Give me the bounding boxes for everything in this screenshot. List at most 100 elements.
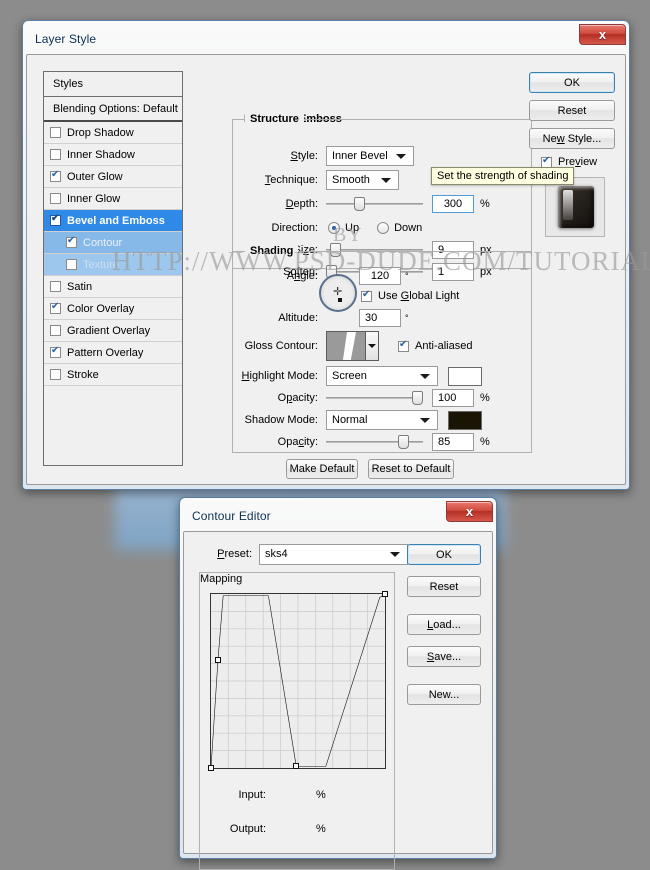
shadow-opacity-input[interactable]: 85 [432,433,474,451]
angle-dial[interactable]: ✛ [319,274,357,312]
contour-point-handle[interactable] [208,765,214,771]
make-default-button[interactable]: Make Default [286,459,358,479]
mapping-title: Mapping [200,573,243,585]
new-button[interactable]: New... [407,684,481,705]
checkbox-off-icon[interactable] [50,193,61,204]
sidebar-item-outer-glow[interactable]: Outer Glow [44,166,182,188]
gloss-contour-picker[interactable] [326,331,379,361]
output-label: Output: [229,823,266,835]
highlight-opacity-input[interactable]: 100 [432,389,474,407]
radio-on-icon [328,222,340,234]
direction-down-radio[interactable]: Down [377,222,422,234]
input-label: Input: [238,789,266,801]
highlight-mode-label: Highlight Mode: [241,370,318,382]
checkbox-off-icon[interactable] [50,369,61,380]
sidebar-item-color-overlay[interactable]: Color Overlay [44,298,182,320]
reset-to-default-button[interactable]: Reset to Default [368,459,454,479]
contour-point-handle[interactable] [293,763,300,770]
checkbox-off-icon[interactable] [50,325,61,336]
sidebar-item-pattern-overlay[interactable]: Pattern Overlay [44,342,182,364]
depth-input[interactable]: 300 [432,195,474,213]
checkbox-on-icon[interactable] [50,169,61,182]
technique-combo[interactable]: Smooth [326,170,399,190]
style-value: Inner Bevel [332,150,388,162]
contour-point-handle[interactable] [382,591,388,597]
contour-editor-title: Contour Editor [192,509,271,523]
shadow-opacity-slider[interactable] [326,434,423,450]
gloss-contour-thumbnail[interactable] [326,331,366,361]
technique-label: Technique: [264,174,318,186]
shadow-mode-label: Shadow Mode: [244,414,318,426]
shading-group: Shading Angle: 120 ° ✛ Use Global Light … [232,245,532,453]
sidebar-item-bevel-and-emboss[interactable]: Bevel and Emboss [44,210,182,232]
sidebar-item-label: Inner Glow [67,192,121,205]
checkbox-off-icon[interactable] [50,149,61,160]
layer-style-titlebar[interactable]: Layer Style x [26,24,626,54]
highlight-opacity-slider[interactable] [326,390,423,406]
use-global-light-checkbox[interactable]: Use Global Light [361,286,459,306]
styles-list-header[interactable]: Styles [44,72,182,97]
sidebar-item-satin[interactable]: Satin [44,276,182,298]
depth-slider-thumb[interactable] [354,197,365,211]
styles-list[interactable]: Styles Blending Options: Default Drop Sh… [43,71,183,466]
close-icon[interactable]: x [579,24,626,45]
checkbox-off-icon[interactable] [50,127,61,138]
checkbox-off-icon[interactable] [50,281,61,292]
reset-button[interactable]: Reset [407,576,481,597]
highlight-color-swatch[interactable] [448,366,482,386]
highlight-opacity-thumb[interactable] [412,391,423,405]
depth-slider[interactable] [326,196,423,212]
load-button[interactable]: Load... [407,614,481,635]
use-global-light-label: Use Global Light [378,290,460,302]
checkbox-on-icon[interactable] [50,345,61,358]
anti-aliased-checkbox[interactable]: Anti-aliased [398,339,472,352]
angle-input[interactable]: 120 [359,267,401,285]
altitude-input[interactable]: 30 [359,309,401,327]
direction-label: Direction: [271,222,318,234]
style-label: Style: [290,150,318,162]
checkbox-on-icon [398,339,409,352]
depth-unit: % [480,198,490,210]
ok-button[interactable]: OK [407,544,481,565]
close-icon[interactable]: x [446,501,493,522]
style-combo[interactable]: Inner Bevel [326,146,414,166]
checkbox-on-icon[interactable] [66,235,77,248]
reset-button[interactable]: Reset [529,100,615,121]
sidebar-item-inner-glow[interactable]: Inner Glow [44,188,182,210]
shadow-mode-combo[interactable]: Normal [326,410,438,430]
contour-graph[interactable] [208,591,388,771]
save-button[interactable]: Save... [407,646,481,667]
new-style-button[interactable]: New Style... [529,128,615,149]
sidebar-item-contour[interactable]: Contour [44,232,182,254]
checkbox-on-icon [361,289,372,302]
sidebar-item-drop-shadow[interactable]: Drop Shadow [44,122,182,144]
contour-editor-titlebar[interactable]: Contour Editor x [183,501,493,531]
contour-editor-dialog: Contour Editor x Preset: sks4 Mapping In… [179,497,497,870]
sidebar-item-stroke[interactable]: Stroke [44,364,182,386]
checkbox-on-icon[interactable] [50,213,61,226]
checkbox-off-icon[interactable] [66,259,77,270]
sidebar-item-blending-options[interactable]: Blending Options: Default [44,97,182,122]
sidebar-item-inner-shadow[interactable]: Inner Shadow [44,144,182,166]
sidebar-item-gradient-overlay[interactable]: Gradient Overlay [44,320,182,342]
sidebar-item-label: Pattern Overlay [67,346,144,359]
highlight-mode-value: Screen [332,370,367,382]
sidebar-item-label: Gradient Overlay [67,324,151,337]
sidebar-item-label: Inner Shadow [67,148,135,161]
checkbox-on-icon[interactable] [50,301,61,314]
shadow-opacity-thumb[interactable] [398,435,409,449]
gloss-contour-dropdown[interactable] [366,331,379,361]
radio-off-icon [377,222,390,234]
shadow-color-swatch[interactable] [448,410,482,430]
crosshair-icon: ✛ [333,286,343,298]
preset-value: sks4 [265,548,288,560]
layer-style-title: Layer Style [35,32,97,46]
contour-point-handle[interactable] [214,657,221,664]
preset-combo[interactable]: sks4 [259,543,408,565]
sidebar-item-texture[interactable]: Texture [44,254,182,276]
chevron-down-icon [420,374,430,379]
ok-button[interactable]: OK [529,72,615,93]
output-unit: % [316,823,326,835]
direction-up-radio[interactable]: Up [328,222,359,234]
highlight-mode-combo[interactable]: Screen [326,366,438,386]
